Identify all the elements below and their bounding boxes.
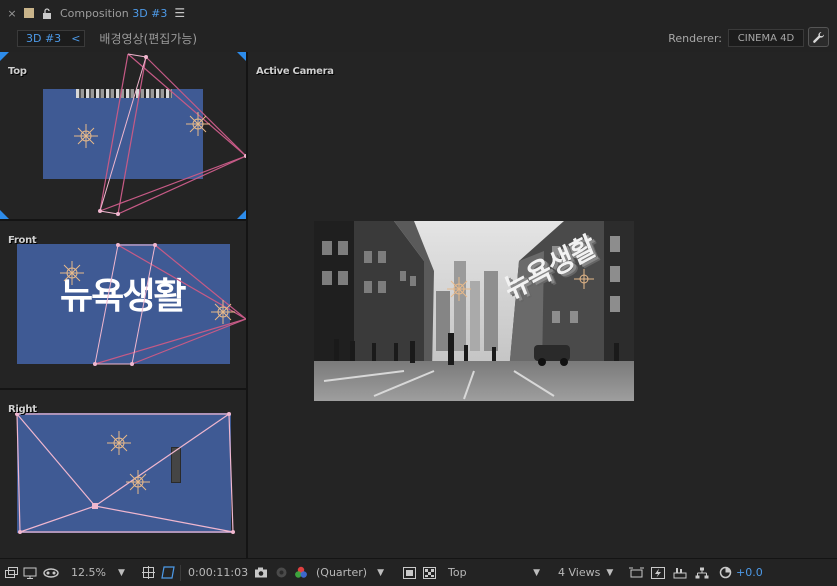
color-channels-icon[interactable] <box>292 565 310 581</box>
close-tab-button[interactable]: × <box>7 7 17 20</box>
viewport-corner-marker <box>237 52 246 61</box>
chevron-left-icon: < <box>71 31 81 45</box>
viewport-corner-marker <box>237 210 246 219</box>
show-snapshot-icon[interactable] <box>272 565 290 581</box>
light-icon[interactable] <box>126 470 150 494</box>
safe-margins-icon[interactable] <box>139 565 157 581</box>
camera-wireframe[interactable] <box>0 221 246 388</box>
active-camera-viewport[interactable]: Active Camera 뉴욕생활 <box>248 52 837 558</box>
lock-icon[interactable] <box>42 7 52 19</box>
composition-navigator-bar: 3D #3 < 배경영상(편집가능) Renderer: CINEMA 4D <box>0 26 837 50</box>
current-time-display[interactable]: 0:00:11:03 <box>188 566 248 579</box>
light-icon[interactable] <box>211 300 235 324</box>
transparency-grid-icon[interactable] <box>420 565 438 581</box>
fast-draft-icon[interactable] <box>648 565 668 581</box>
chevron-down-icon: ▼ <box>117 567 125 578</box>
separator <box>180 564 181 581</box>
renderer-label: Renderer: <box>668 31 722 45</box>
light-icon[interactable] <box>60 261 84 285</box>
chevron-down-icon: ▼ <box>606 567 614 578</box>
composition-tab[interactable]: Composition 3D #3 <box>60 7 167 20</box>
toggle-pixel-aspect-icon[interactable] <box>626 565 646 581</box>
reset-exposure-icon[interactable] <box>716 565 734 581</box>
viewport-label: Right <box>8 404 37 415</box>
viewer-status-bar: 12.5% ▼ 0:00:11:03 (Quarter) ▼ Top ▼ 4 V… <box>0 558 837 586</box>
viewport-label: Front <box>8 235 37 246</box>
viewport-label: Active Camera <box>256 66 334 77</box>
mask-visibility-icon[interactable] <box>41 565 61 581</box>
view-layout-value: 4 Views <box>558 566 601 579</box>
composition-tab-bar: × Composition 3D #3 ☰ <box>0 0 837 26</box>
resolution-value: (Quarter) <box>316 566 368 579</box>
renderer-options-button[interactable] <box>808 27 829 47</box>
exposure-value[interactable]: +0.0 <box>736 566 763 579</box>
view-layout-dropdown[interactable]: 4 Views ▼ <box>558 566 622 579</box>
top-view-viewport[interactable]: Top <box>0 52 246 219</box>
renderer-select[interactable]: CINEMA 4D <box>728 29 804 47</box>
fast-previews-icon[interactable] <box>400 565 418 581</box>
3d-view-value: Top <box>448 566 467 579</box>
viewport-corner-marker <box>0 210 9 219</box>
timeline-icon[interactable] <box>670 565 690 581</box>
flowchart-icon[interactable] <box>692 565 712 581</box>
chevron-down-icon: ▼ <box>533 567 540 578</box>
composition-color-swatch[interactable] <box>24 8 34 18</box>
breadcrumb-current-composition[interactable]: 3D #3 < <box>17 29 86 47</box>
panel-menu-icon[interactable]: ☰ <box>174 6 185 20</box>
resolution-dropdown[interactable]: (Quarter) ▼ <box>316 566 396 579</box>
camera-wireframe[interactable] <box>0 390 246 558</box>
3d-view-dropdown[interactable]: Top ▼ <box>448 566 546 579</box>
camera-snapshot-icon[interactable] <box>252 565 270 581</box>
light-icon[interactable] <box>186 112 210 136</box>
region-of-interest-icon[interactable] <box>159 565 177 581</box>
right-view-viewport[interactable]: Right <box>0 390 246 558</box>
tab-title-prefix: Composition <box>60 6 129 20</box>
monitor-icon[interactable] <box>21 565 39 581</box>
composition-frame[interactable]: 뉴욕생활 <box>314 221 634 401</box>
breadcrumb-current-label: 3D #3 <box>26 31 62 45</box>
magnification-value: 12.5% <box>71 566 106 579</box>
light-icon[interactable] <box>74 124 98 148</box>
front-view-viewport[interactable]: 뉴욕생활 Front <box>0 221 246 388</box>
viewport-label: Top <box>8 66 27 77</box>
magnification-dropdown[interactable]: 12.5% ▼ <box>71 566 131 579</box>
viewport-corner-marker <box>0 52 9 61</box>
light-icon[interactable] <box>107 431 131 455</box>
tab-title-name: 3D #3 <box>132 6 168 20</box>
chevron-down-icon: ▼ <box>377 567 385 578</box>
camera-wireframe[interactable] <box>0 52 246 219</box>
wrench-icon <box>813 31 825 43</box>
breadcrumb-next-composition[interactable]: 배경영상(편집가능) <box>99 30 197 47</box>
always-preview-icon[interactable] <box>3 565 19 581</box>
